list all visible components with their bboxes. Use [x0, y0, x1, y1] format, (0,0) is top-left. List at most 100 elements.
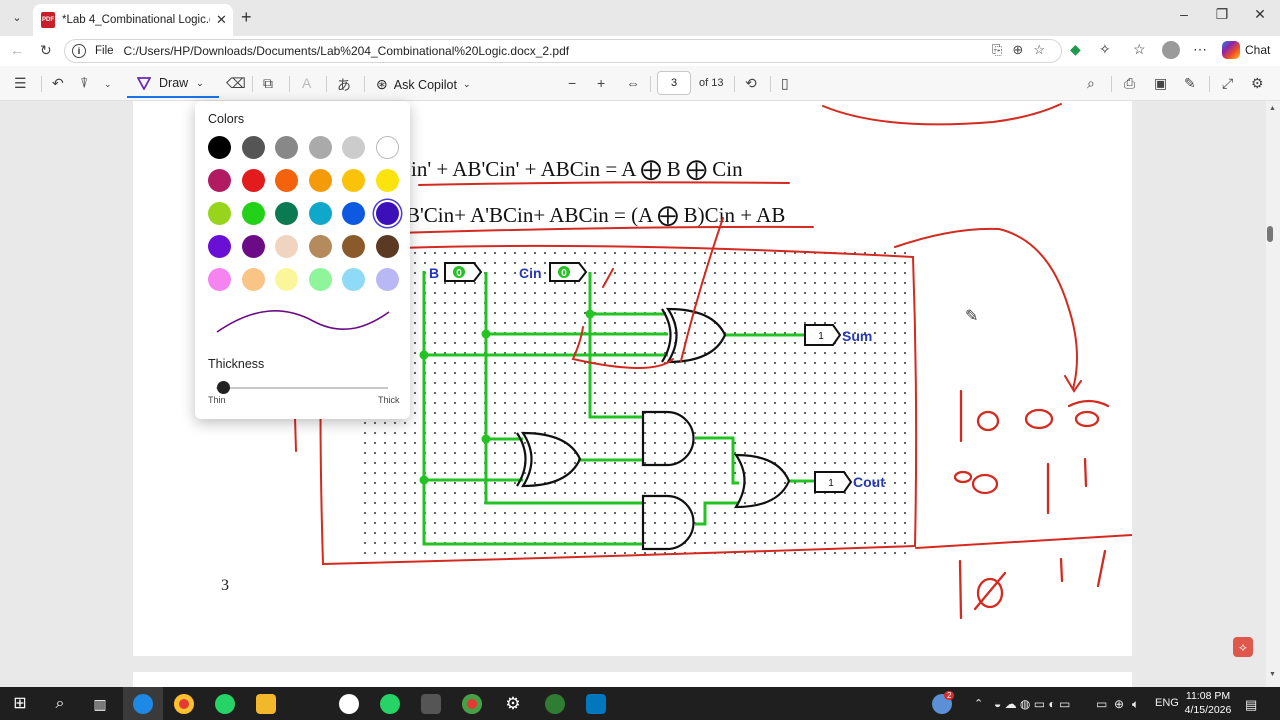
show-hidden-icons-icon[interactable]: ⌃ — [974, 697, 983, 710]
color-swatch[interactable] — [275, 202, 299, 225]
color-swatch[interactable] — [342, 235, 366, 258]
scrollbar-thumb[interactable] — [1267, 226, 1273, 242]
scroll-up-icon[interactable]: ▲ — [1269, 105, 1276, 112]
page-number-input[interactable]: 3 — [657, 71, 691, 95]
photos-icon[interactable] — [339, 694, 359, 714]
color-swatch[interactable] — [375, 169, 399, 192]
eraser-icon[interactable]: ⌫ — [226, 75, 246, 92]
next-pdf-page[interactable] — [133, 672, 1132, 687]
network-icon[interactable]: ⊕ — [1114, 697, 1124, 711]
color-swatch[interactable] — [342, 268, 366, 291]
tray-apps-icons[interactable]: ◒ ☁ ◍ ▭ ◐ ▭ — [994, 697, 1070, 711]
zoom-in-icon[interactable]: + — [597, 75, 605, 91]
read-aloud-icon[interactable]: ⎘ — [992, 42, 1002, 58]
back-icon[interactable]: ← — [10, 42, 24, 58]
battery-icon[interactable]: ▭ — [1096, 697, 1107, 711]
new-tab-icon[interactable]: + — [241, 7, 252, 28]
edge-icon[interactable] — [133, 694, 153, 714]
scroll-down-icon[interactable]: ▼ — [1269, 671, 1276, 678]
chrome-2-icon[interactable] — [462, 694, 482, 714]
refresh-icon[interactable]: ↻ — [40, 42, 52, 59]
color-swatch[interactable] — [275, 235, 299, 258]
vertical-scrollbar[interactable]: ▲ ▼ — [1266, 101, 1280, 687]
profile-avatar[interactable] — [1162, 41, 1180, 59]
print-icon[interactable]: ⎙ — [1124, 75, 1135, 92]
page-view-icon[interactable]: ▯ — [781, 75, 789, 92]
color-swatch[interactable] — [241, 235, 265, 258]
color-swatch[interactable] — [208, 268, 231, 291]
color-swatch[interactable] — [275, 268, 299, 291]
color-swatch[interactable] — [241, 169, 265, 192]
settings-taskbar-icon[interactable]: ⚙ — [503, 694, 523, 714]
language-indicator[interactable]: ENG — [1155, 697, 1179, 709]
notifications-icon[interactable]: ▤ — [1245, 697, 1257, 713]
extensions-puzzle-icon[interactable]: ✧ — [1099, 41, 1111, 58]
rotate-icon[interactable]: ⟲ — [745, 75, 757, 92]
color-swatch[interactable] — [208, 136, 231, 159]
color-swatch[interactable] — [308, 136, 332, 159]
color-swatch[interactable] — [308, 202, 332, 225]
color-swatch[interactable] — [308, 268, 332, 291]
fit-width-icon[interactable]: ⇔ — [626, 75, 640, 91]
ask-copilot-button[interactable]: ⊛ Ask Copilot ⌄ — [376, 76, 471, 93]
save-icon[interactable]: ▣ — [1154, 75, 1167, 92]
clock[interactable]: 11:08 PM 4/15/2026 — [1180, 689, 1236, 717]
file-explorer-icon[interactable] — [256, 694, 276, 714]
app-blue-icon[interactable] — [586, 694, 606, 714]
color-swatch[interactable] — [241, 136, 265, 159]
address-bar[interactable]: i File C:/Users/HP/Downloads/Documents/L… — [64, 39, 1062, 63]
search-taskbar-icon[interactable]: ⌕ — [50, 694, 70, 714]
close-window-icon[interactable]: ✕ — [1246, 6, 1274, 23]
read-aloud-toolbar-icon[interactable]: A — [302, 75, 311, 91]
color-swatch[interactable] — [375, 235, 399, 258]
tab-actions-menu-icon[interactable]: ⌄ — [6, 6, 28, 28]
color-swatch[interactable] — [342, 169, 366, 192]
thickness-slider-track[interactable] — [216, 387, 388, 389]
color-swatch[interactable] — [275, 169, 299, 192]
settings-gear-icon[interactable]: ⚙ — [1251, 75, 1264, 92]
favorite-star-icon[interactable]: ☆ — [1033, 42, 1045, 58]
chrome-icon[interactable] — [174, 694, 194, 714]
contents-icon[interactable]: ☰ — [14, 75, 27, 92]
color-swatch[interactable] — [308, 235, 332, 258]
extension-icon[interactable]: ◆ — [1070, 41, 1081, 58]
app-green-icon[interactable] — [545, 694, 565, 714]
volume-icon[interactable]: 🔈︎ — [1132, 697, 1139, 712]
highlight-icon[interactable]: ⍒ — [80, 75, 88, 92]
color-swatch[interactable] — [208, 169, 231, 192]
windows-start-icon[interactable]: ⊞ — [10, 694, 30, 714]
color-swatch[interactable] — [208, 202, 231, 225]
browser-tab[interactable]: PDF *Lab 4_Combinational Logic.docx_2.pd… — [33, 4, 233, 36]
translate-icon[interactable]: あ — [337, 75, 351, 95]
copilot-dropdown-icon[interactable]: ⌄ — [463, 79, 471, 90]
calculator-icon[interactable] — [421, 694, 441, 714]
url-text[interactable]: C:/Users/HP/Downloads/Documents/Lab%204_… — [124, 44, 570, 58]
color-swatch[interactable] — [241, 268, 265, 291]
fullscreen-icon[interactable]: ⤢ — [1222, 75, 1233, 92]
color-swatch[interactable] — [308, 169, 332, 192]
more-options-icon[interactable]: ⋯ — [1193, 41, 1207, 58]
minimize-icon[interactable]: – — [1170, 6, 1198, 22]
color-swatch[interactable] — [375, 202, 399, 225]
zoom-icon[interactable]: ⊕ — [1012, 42, 1023, 58]
site-info-icon[interactable]: i — [72, 44, 86, 58]
color-swatch[interactable] — [342, 202, 366, 225]
pdf-viewer[interactable]: in' + AB'Cin' + ABCin = A ⨁ B ⨁ Cin B'Ci… — [0, 101, 1280, 687]
chat-button[interactable]: Chat — [1222, 41, 1270, 59]
text-box-icon[interactable]: ⧉ — [263, 75, 273, 92]
highlight-dropdown-icon[interactable]: ⌄ — [104, 79, 112, 90]
whatsapp-icon[interactable] — [215, 694, 235, 714]
color-swatch[interactable] — [342, 136, 366, 159]
color-swatch[interactable] — [241, 202, 265, 225]
whatsapp-2-icon[interactable] — [380, 694, 400, 714]
task-view-icon[interactable]: ▥ — [90, 694, 110, 714]
favorites-icon[interactable]: ☆ — [1133, 41, 1146, 58]
draw-button[interactable]: Draw ⌄ — [127, 70, 219, 98]
zoom-out-icon[interactable]: − — [568, 75, 576, 91]
maximize-icon[interactable]: ❐ — [1208, 6, 1236, 23]
color-swatch[interactable] — [375, 136, 399, 159]
draw-dropdown-icon[interactable]: ⌄ — [196, 78, 204, 89]
acrobat-icon[interactable]: ⟡ — [1233, 637, 1253, 657]
search-icon[interactable]: ⌕ — [1087, 75, 1095, 92]
color-swatch[interactable] — [208, 235, 231, 258]
